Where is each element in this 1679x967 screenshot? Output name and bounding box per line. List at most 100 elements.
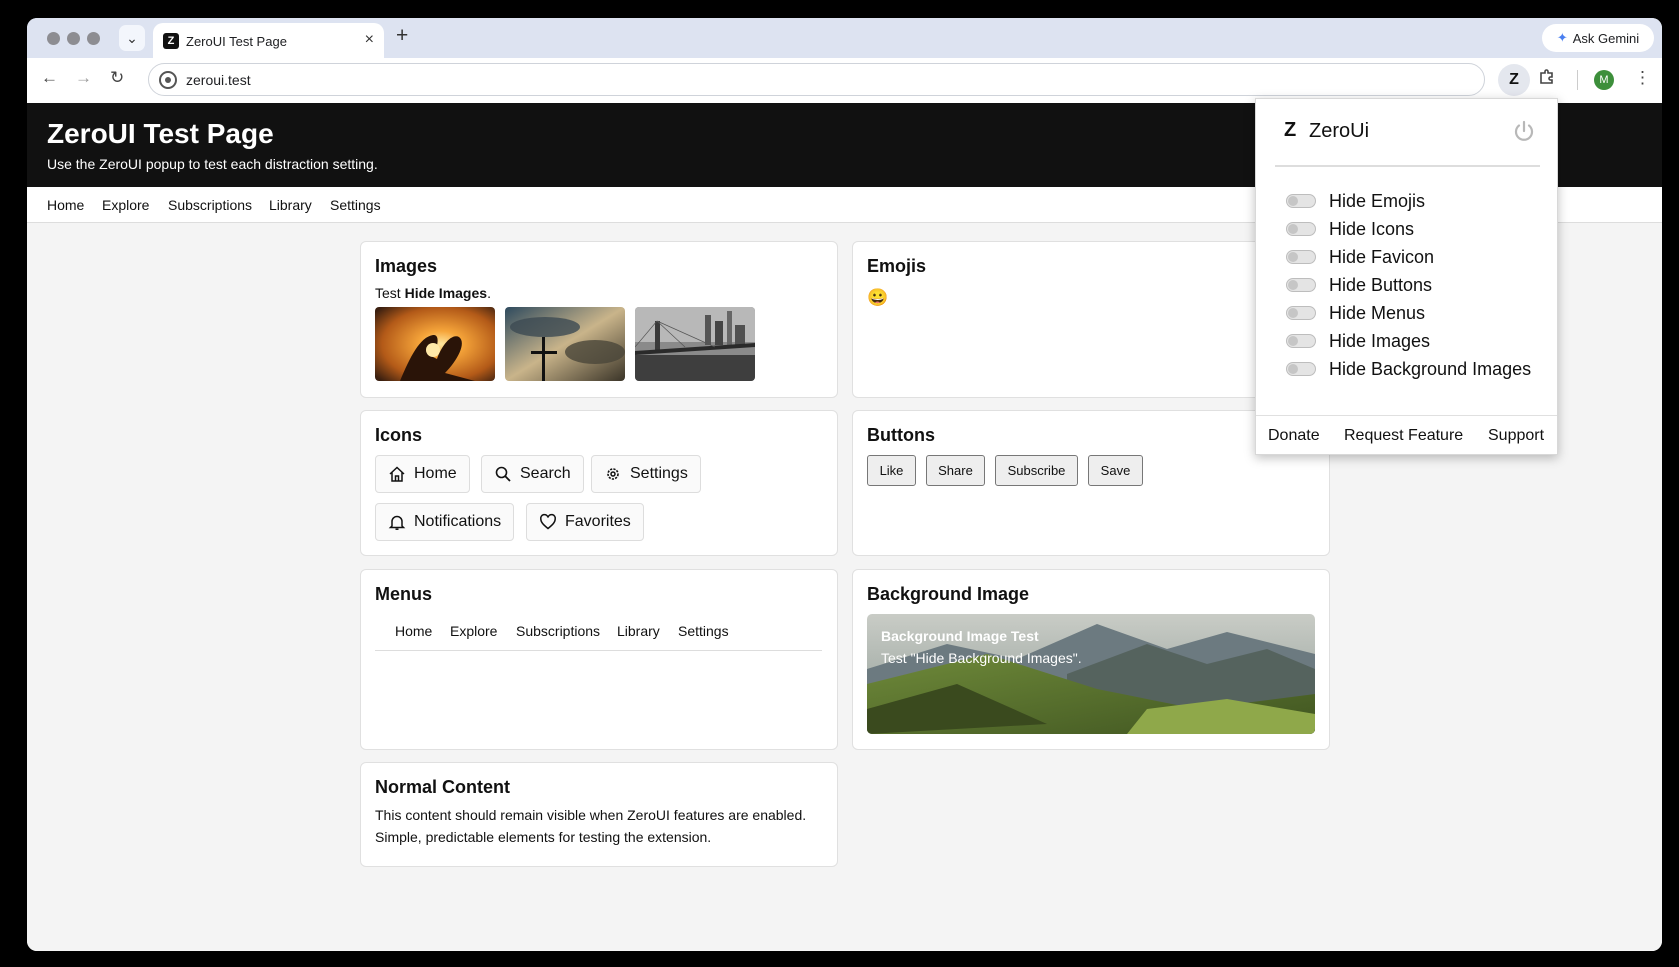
icon-notifications-button[interactable]: Notifications [375,503,515,541]
favicon-icon: Z [163,33,179,49]
hide-menus-toggle[interactable] [1286,306,1316,320]
hide-buttons-label: Hide Buttons [1329,274,1433,295]
heart-sunset-image [375,307,495,381]
toggle-row-hide-buttons[interactable]: Hide Buttons [1286,273,1432,297]
browser-window: ⌄ Z ZeroUI Test Page × + ✦ Ask Gemini ← … [27,18,1662,951]
zeroui-extension-button[interactable]: Z [1498,64,1530,96]
normal-card-line-1: This content should remain visible when … [375,807,807,823]
tab-title: ZeroUI Test Page [186,34,287,49]
reload-icon[interactable]: ↻ [110,68,124,88]
grinning-face-emoji: 😀 [867,288,889,307]
hide-icons-label: Hide Icons [1329,218,1415,239]
toggle-row-hide-background-images[interactable]: Hide Background Images [1286,357,1531,381]
city-bridge-image [635,307,755,381]
hide-emojis-label: Hide Emojis [1329,190,1426,211]
background-card-title: Background Image [867,584,1030,604]
tab-search-button[interactable]: ⌄ [119,25,145,51]
site-info-icon[interactable] [159,71,177,89]
menu-divider [375,650,822,651]
search-icon [495,466,511,482]
icon-home-button[interactable]: Home [375,455,470,493]
menu-item-explore[interactable]: Explore [450,623,497,639]
buttons-card-title: Buttons [867,425,935,445]
toolbar-divider [1577,70,1578,90]
hide-favicon-toggle[interactable] [1286,250,1316,264]
icon-settings-button[interactable]: Settings [591,455,701,493]
icon-favorites-button[interactable]: Favorites [526,503,644,541]
images-card: Images Test Hide Images. [360,241,838,398]
menus-card: Menus Home Explore Subscriptions Library… [360,569,838,750]
icon-favorites-label: Favorites [565,513,631,530]
power-icon[interactable] [1512,119,1536,143]
extensions-puzzle-icon[interactable] [1538,68,1556,91]
zeroui-logo: Z [1284,119,1297,141]
close-icon[interactable]: × [365,31,374,49]
icon-home-label: Home [414,465,457,482]
page-title: ZeroUI Test Page [47,118,274,149]
icon-notifications-label: Notifications [414,513,502,530]
support-link[interactable]: Support [1488,427,1544,445]
donate-link[interactable]: Donate [1268,427,1320,445]
toggle-row-hide-favicon[interactable]: Hide Favicon [1286,245,1434,269]
toggle-row-hide-menus[interactable]: Hide Menus [1286,301,1425,325]
forward-arrow-icon[interactable]: → [75,68,92,88]
heart-icon [540,513,556,530]
page-subtitle: Use the ZeroUI popup to test each distra… [47,156,378,172]
hide-favicon-label: Hide Favicon [1329,246,1435,267]
menu-item-subscriptions[interactable]: Subscriptions [516,623,600,639]
profile-avatar[interactable]: M [1594,70,1614,90]
tab-strip: ⌄ Z ZeroUI Test Page × + ✦ Ask Gemini [27,18,1662,58]
gemini-sparkle-icon: ✦ [1556,30,1568,45]
images-card-title: Images [375,256,438,276]
hide-images-toggle[interactable] [1286,334,1316,348]
tab-zeroui-test-page[interactable]: Z ZeroUI Test Page × [153,23,384,58]
hide-background-images-toggle[interactable] [1286,362,1316,376]
cross-sky-image [505,307,625,381]
ask-gemini-button[interactable]: ✦ Ask Gemini [1542,24,1654,52]
save-button[interactable]: Save [1088,455,1143,486]
toggle-row-hide-icons[interactable]: Hide Icons [1286,217,1414,241]
nav-settings[interactable]: Settings [330,197,381,213]
request-feature-link[interactable]: Request Feature [1344,427,1463,445]
gear-icon [607,468,619,480]
nav-subscriptions[interactable]: Subscriptions [168,197,252,213]
icons-card-title: Icons [375,425,423,445]
nav-home[interactable]: Home [47,197,84,213]
new-tab-button[interactable]: + [396,24,408,48]
close-window-button[interactable] [47,32,60,45]
hide-icons-toggle[interactable] [1286,222,1316,236]
bell-icon [388,515,406,530]
hide-images-label: Hide Images [1329,330,1431,351]
menu-item-settings[interactable]: Settings [678,623,729,639]
menu-item-home[interactable]: Home [395,623,432,639]
background-image-card: Background Image Background Image Test T… [852,569,1330,750]
home-icon [389,466,405,482]
hide-emojis-toggle[interactable] [1286,194,1316,208]
nav-explore[interactable]: Explore [102,197,149,213]
hide-buttons-toggle[interactable] [1286,278,1316,292]
subscribe-button[interactable]: Subscribe [995,455,1078,486]
icon-search-label: Search [520,465,571,482]
background-overlay-title: Background Image Test [881,628,1039,644]
back-arrow-icon[interactable]: ← [41,68,58,88]
more-menu-icon[interactable]: ⋮ [1634,68,1651,88]
share-button[interactable]: Share [926,455,985,486]
like-button[interactable]: Like [867,455,916,486]
hide-menus-label: Hide Menus [1329,302,1426,323]
popup-footer-divider [1256,415,1557,416]
toggle-row-hide-emojis[interactable]: Hide Emojis [1286,189,1425,213]
nav-library[interactable]: Library [269,197,312,213]
normal-card-line-2: Simple, predictable elements for testing… [375,829,712,845]
zoom-window-button[interactable] [87,32,100,45]
icon-search-button[interactable]: Search [481,455,584,493]
normal-content-card: Normal Content This content should remai… [360,762,838,867]
hide-background-images-label: Hide Background Images [1329,358,1532,379]
images-card-text: Test Hide Images. [375,285,491,301]
popup-divider [1275,165,1540,167]
menu-item-library[interactable]: Library [617,623,660,639]
ask-gemini-label: Ask Gemini [1572,30,1640,46]
background-overlay-text: Test "Hide Background Images". [881,650,1082,666]
address-bar[interactable]: zeroui.test [148,63,1485,96]
toggle-row-hide-images[interactable]: Hide Images [1286,329,1430,353]
minimize-window-button[interactable] [67,32,80,45]
